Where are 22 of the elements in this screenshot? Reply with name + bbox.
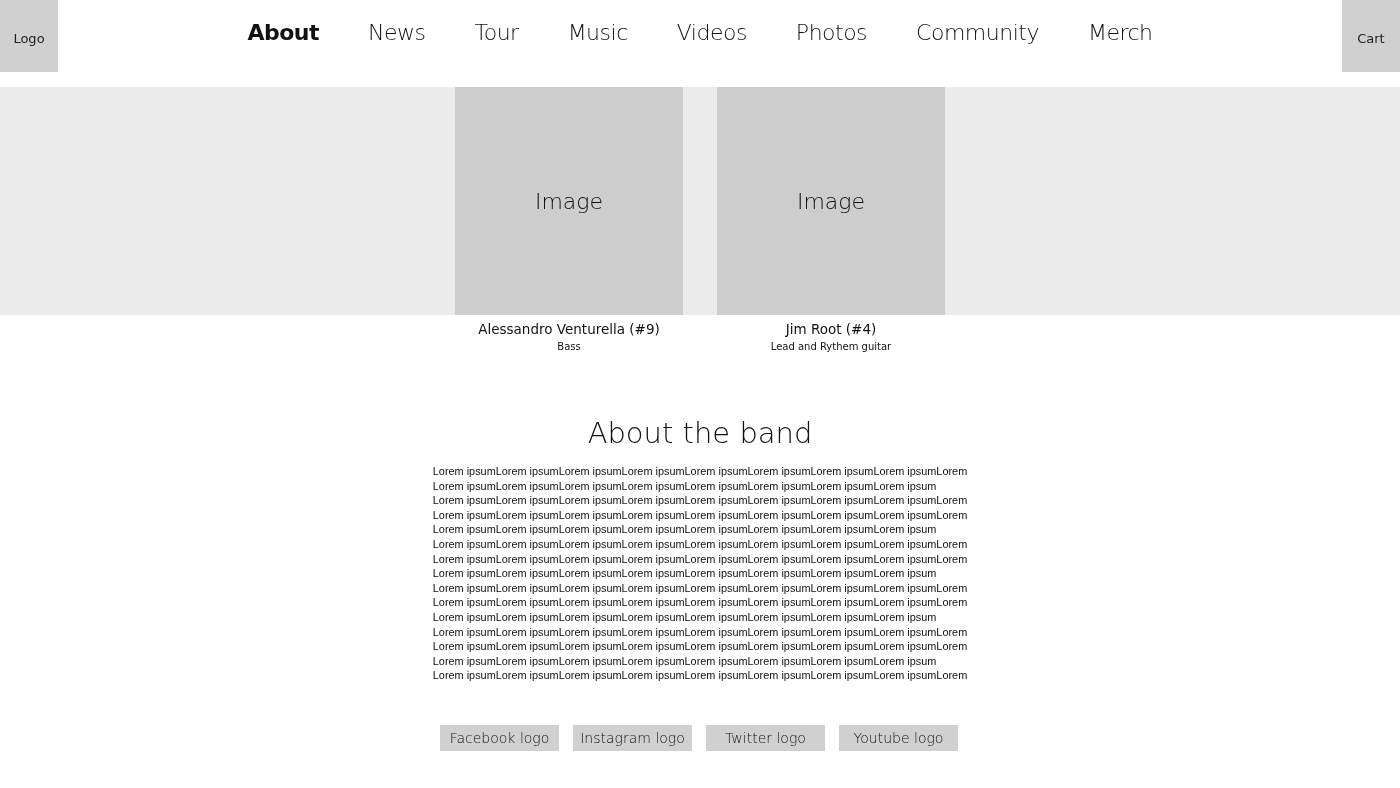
member-name: Jim Root (#4) — [785, 321, 877, 337]
cart-button[interactable]: Cart — [1342, 0, 1400, 72]
nav-link[interactable]: About — [247, 20, 320, 45]
section-heading: About the band — [586, 416, 814, 450]
image-label: Image — [796, 188, 866, 214]
nav-link[interactable]: Merch — [1087, 20, 1153, 45]
member-role: Lead and Rythem guitar — [770, 341, 892, 352]
logo-placeholder[interactable]: Logo — [0, 0, 58, 72]
social-button[interactable]: Instagram logo — [573, 724, 692, 751]
nav-link[interactable]: Community — [916, 20, 1039, 45]
image-label: Image — [534, 188, 604, 214]
social-button[interactable]: Youtube logo — [839, 724, 958, 751]
nav-link[interactable]: News — [368, 20, 426, 45]
member-name: Alessandro Venturella (#9) — [478, 321, 660, 337]
about-paragraph: Lorem ipsumLorem ipsumLorem ipsumLorem ipsumLorem ipsumLorem ipsumLorem ipsumLorem ipsumLorem Lorem ipsumLorem ipsumLorem ipsumLorem ipsumLorem ipsumLorem ipsumLorem ipsumLorem ipsum Lorem ipsumLorem ipsumLorem ipsumLorem ipsumLorem ipsumLorem ipsumLorem ipsumLorem ipsumLorem Lorem ipsumLorem ipsumLorem ipsumLorem ipsumLorem ipsumLorem ipsumLorem ipsumLorem ipsumLorem Lorem ipsumLorem ipsumLorem ipsumLorem ipsumLorem ipsumLorem ipsumLorem ipsumLorem ipsum Lorem ipsumLorem ipsumLorem ipsumLorem ipsumLorem ipsumLorem ipsumLorem ipsumLorem ipsumLorem Lorem ipsumLorem ipsumLorem ipsumLorem ipsumLorem ipsumLorem ipsumLorem ipsumLorem ipsumLorem Lorem ipsumLorem ipsumLorem ipsumLorem ipsumLorem ipsumLorem ipsumLorem ipsumLorem ipsum Lorem ipsumLorem ipsumLorem ipsumLorem ipsumLorem ipsumLorem ipsumLorem ipsumLorem ipsumLorem Lorem ipsumLorem ipsumLorem ipsumLorem ipsumLorem ipsumLorem ipsumLorem ipsumLorem ipsumLorem Lorem ipsumLorem ipsumLorem ipsumLorem ipsumLorem ipsumLorem ipsumLorem ipsumLorem ipsum Lorem ipsumLorem ipsumLorem ipsumLorem ipsumLorem ipsumLorem ipsumLorem ipsumLorem ipsumLorem Lorem ipsumLorem ipsumLorem ipsumLorem ipsumLorem ipsumLorem ipsumLorem ipsumLorem ipsumLorem Lorem ipsumLorem ipsumLorem ipsumLorem ipsumLorem ipsumLorem ipsumLorem ipsumLorem ipsum Lorem ipsumLorem ipsumLorem ipsumLorem ipsumLorem ipsumLorem ipsumLorem ipsumLorem ipsumLorem — [431, 464, 969, 684]
nav-link[interactable]: Music — [567, 20, 628, 45]
nav-link[interactable]: Tour — [474, 20, 519, 45]
social-button[interactable]: Twitter logo — [706, 724, 825, 751]
nav-link[interactable]: Videos — [676, 20, 747, 45]
social-button[interactable]: Facebook logo — [440, 724, 559, 751]
member-role: Bass — [557, 341, 581, 352]
nav-link[interactable]: Photos — [795, 20, 868, 45]
